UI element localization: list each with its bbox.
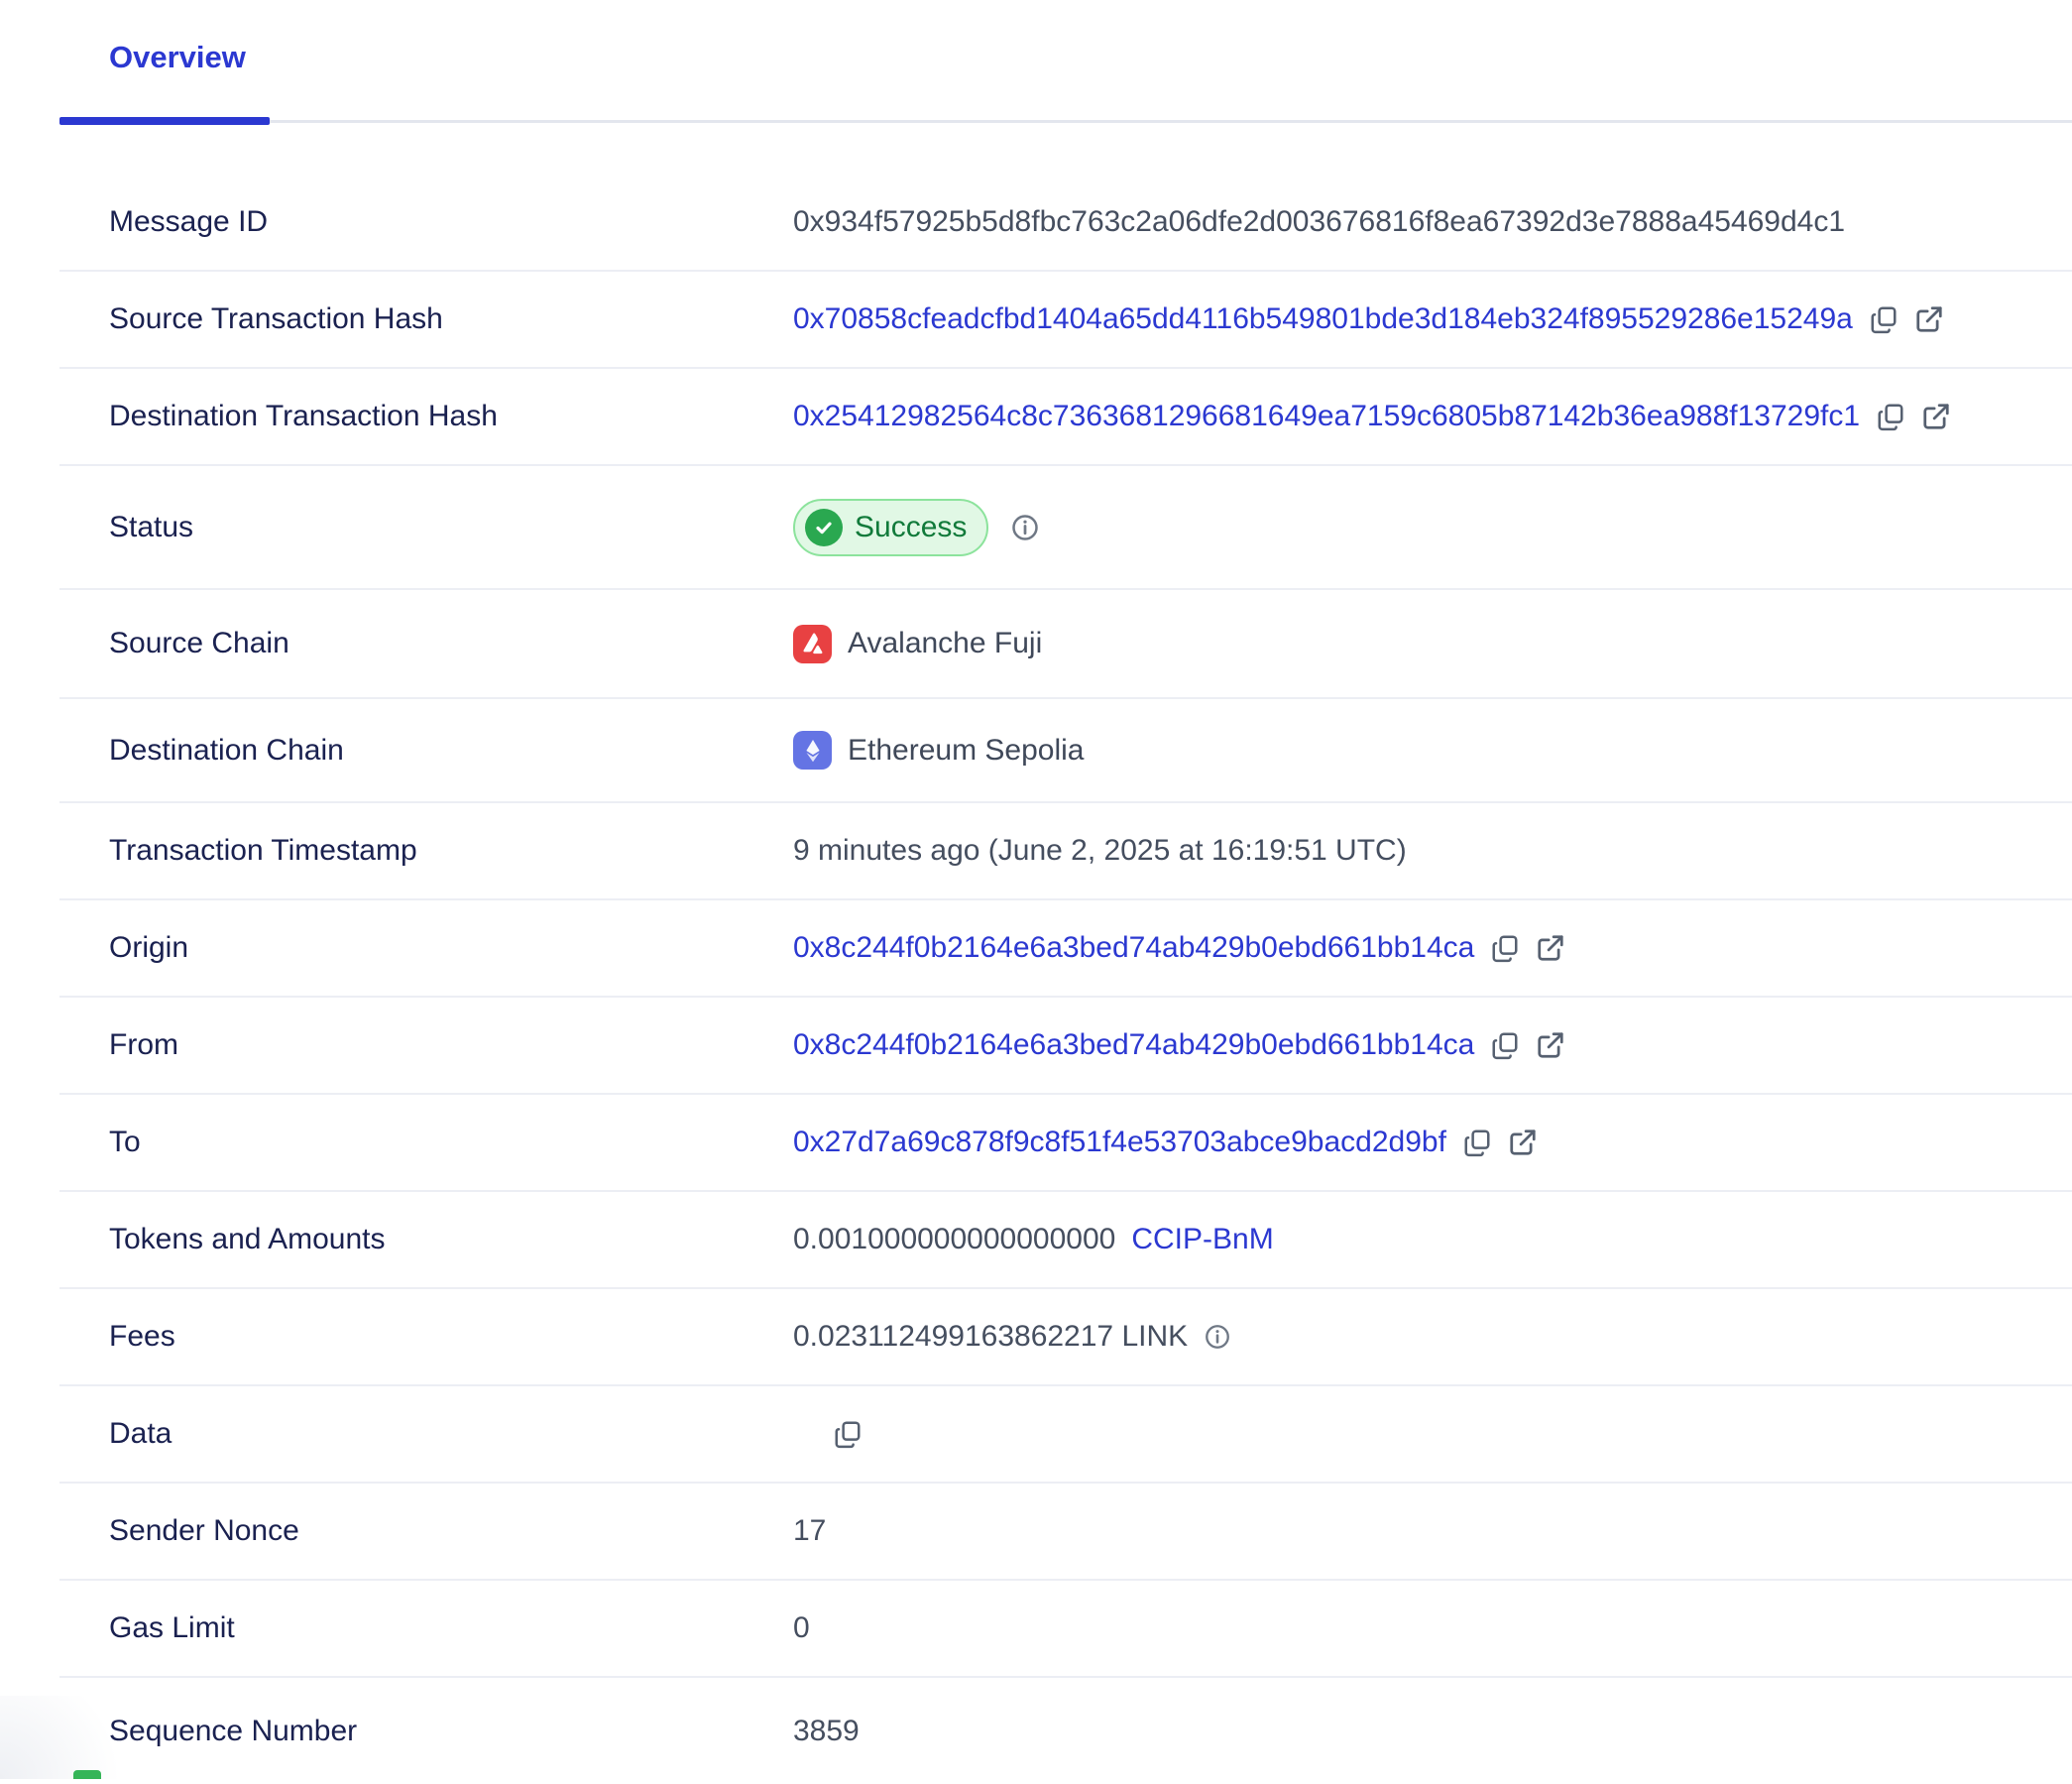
field-label: Fees [109,1319,793,1355]
check-circle-icon [805,509,843,546]
row-to: To 0x27d7a69c878f9c8f51f4e53703abce9bacd… [59,1095,2072,1192]
message-id-value: 0x934f57925b5d8fbc763c2a06dfe2d003676816… [793,204,1845,240]
source-chain-name: Avalanche Fuji [848,626,1042,661]
row-destination-chain: Destination Chain Ethereum Sepolia [59,699,2072,803]
info-icon[interactable] [1204,1323,1231,1351]
row-message-id: Message ID 0x934f57925b5d8fbc763c2a06dfe… [59,175,2072,272]
field-label: Gas Limit [109,1610,793,1646]
destination-chain-name: Ethereum Sepolia [848,733,1084,769]
field-label: Data [109,1416,793,1452]
origin-address-link[interactable]: 0x8c244f0b2164e6a3bed74ab429b0ebd661bb14… [793,930,1474,966]
row-tokens-and-amounts: Tokens and Amounts 0.001000000000000000 … [59,1192,2072,1289]
row-destination-tx-hash: Destination Transaction Hash 0x254129825… [59,369,2072,466]
row-status: Status Success [59,466,2072,590]
field-label: To [109,1125,793,1160]
field-label: From [109,1027,793,1063]
field-label: Destination Transaction Hash [109,399,793,434]
field-label: Status [109,510,793,545]
external-link-icon[interactable] [1536,1030,1565,1060]
row-source-chain: Source Chain Avalanche Fuji [59,590,2072,699]
field-label: Source Transaction Hash [109,301,793,337]
external-link-icon[interactable] [1536,933,1565,963]
from-address-link[interactable]: 0x8c244f0b2164e6a3bed74ab429b0ebd661bb14… [793,1027,1474,1063]
external-link-icon[interactable] [1508,1128,1538,1157]
row-from: From 0x8c244f0b2164e6a3bed74ab429b0ebd66… [59,998,2072,1095]
source-tx-hash-link[interactable]: 0x70858cfeadcfbd1404a65dd4116b549801bde3… [793,301,1853,337]
fees-value: 0.023112499163862217 LINK [793,1319,1188,1355]
transaction-timestamp-value: 9 minutes ago (June 2, 2025 at 16:19:51 … [793,833,1407,869]
row-transaction-timestamp: Transaction Timestamp 9 minutes ago (Jun… [59,803,2072,900]
tab-overview[interactable]: Overview [109,40,246,75]
bottom-edge-partial-element [73,1770,101,1779]
ethereum-icon [793,731,832,770]
row-origin: Origin 0x8c244f0b2164e6a3bed74ab429b0ebd… [59,900,2072,998]
status-badge: Success [793,499,988,556]
gas-limit-value: 0 [793,1610,810,1646]
row-sequence-number: Sequence Number 3859 [59,1678,2072,1784]
row-gas-limit: Gas Limit 0 [59,1581,2072,1678]
token-amount-value: 0.001000000000000000 [793,1222,1115,1257]
field-label: Message ID [109,204,793,240]
external-link-icon[interactable] [1921,402,1951,431]
avalanche-icon [793,625,832,663]
field-label: Source Chain [109,626,793,661]
row-source-tx-hash: Source Transaction Hash 0x70858cfeadcfbd… [59,272,2072,369]
copy-icon[interactable] [1869,304,1899,334]
external-link-icon[interactable] [1914,304,1944,334]
field-label: Sender Nonce [109,1513,793,1549]
row-fees: Fees 0.023112499163862217 LINK [59,1289,2072,1386]
field-label: Transaction Timestamp [109,833,793,869]
tab-bar: Overview [59,0,2072,123]
field-label: Origin [109,930,793,966]
field-label: Sequence Number [109,1714,793,1749]
row-data: Data [59,1386,2072,1484]
status-badge-label: Success [855,510,967,545]
transaction-overview-table: Message ID 0x934f57925b5d8fbc763c2a06dfe… [59,123,2072,1784]
info-icon[interactable] [1010,513,1040,542]
copy-icon[interactable] [1462,1128,1492,1157]
field-label: Tokens and Amounts [109,1222,793,1257]
field-label: Destination Chain [109,733,793,769]
copy-icon[interactable] [1490,933,1520,963]
token-symbol-link[interactable]: CCIP-BnM [1131,1222,1273,1257]
copy-icon[interactable] [1876,402,1905,431]
destination-tx-hash-link[interactable]: 0x25412982564c8c7363681296681649ea7159c6… [793,399,1860,434]
copy-icon[interactable] [1490,1030,1520,1060]
row-sender-nonce: Sender Nonce 17 [59,1484,2072,1581]
sender-nonce-value: 17 [793,1513,826,1549]
copy-icon[interactable] [833,1419,863,1449]
sequence-number-value: 3859 [793,1714,860,1749]
to-address-link[interactable]: 0x27d7a69c878f9c8f51f4e53703abce9bacd2d9… [793,1125,1446,1160]
